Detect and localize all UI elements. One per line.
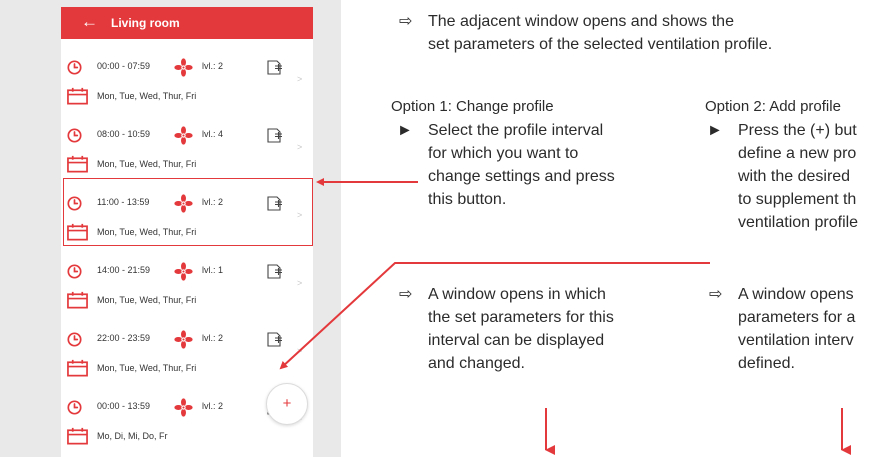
- option1-heading: Option 1: Change profile: [391, 98, 554, 115]
- option2-bullet: ►: [707, 122, 723, 139]
- option2-result-line: defined.: [738, 355, 795, 372]
- option1-line: this button.: [428, 191, 507, 208]
- option2-line: Press the (+) but: [738, 122, 857, 139]
- intro-line-2: set parameters of the selected ventilati…: [428, 36, 773, 53]
- option1-result-line: interval can be displayed: [428, 332, 605, 349]
- option2-result-marker: ⇨: [709, 286, 723, 303]
- option2-line: with the desired: [738, 168, 851, 185]
- option1-line: for which you want to: [428, 145, 579, 162]
- option1-result-line: and changed.: [428, 355, 525, 372]
- intro-line-1: The adjacent window opens and shows the: [428, 13, 734, 30]
- option2-line: to supplement th: [738, 191, 857, 208]
- intro-marker: ⇨: [399, 13, 413, 30]
- option1-line: change settings and press: [428, 168, 615, 185]
- option1-bullet: ►: [397, 122, 413, 139]
- option2-result-line: ventilation interv: [738, 332, 854, 349]
- option2-line: ventilation profile: [738, 214, 859, 231]
- option1-result-marker: ⇨: [399, 286, 413, 303]
- option2-line: define a new pro: [738, 145, 857, 162]
- option1-result-line: A window opens in which: [428, 286, 606, 303]
- option2-heading: Option 2: Add profile: [705, 98, 841, 115]
- option2-result-line: A window opens: [738, 286, 854, 303]
- option1-result-line: the set parameters for this: [428, 309, 614, 326]
- option1-line: Select the profile interval: [428, 122, 604, 139]
- option2-result-line: parameters for a: [738, 309, 856, 326]
